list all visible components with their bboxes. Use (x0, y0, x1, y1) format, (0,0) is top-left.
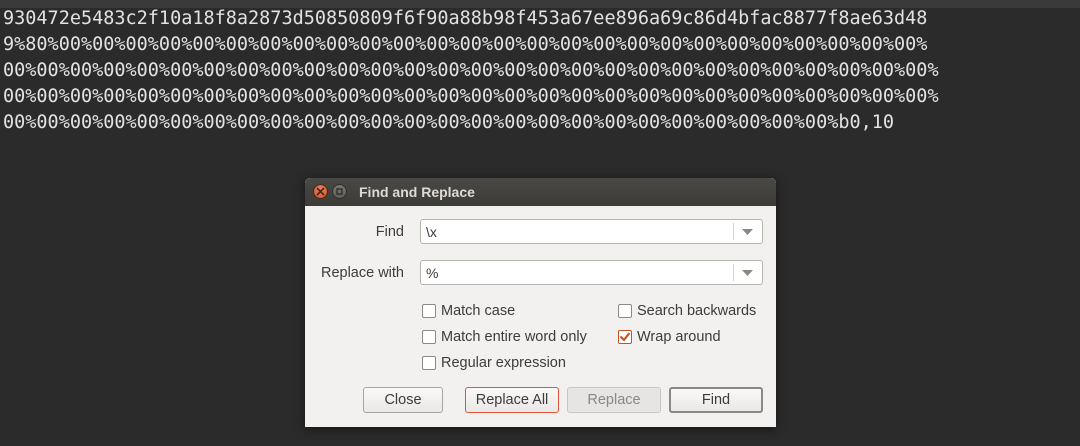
checkbox-label: Match entire word only (441, 329, 587, 345)
checkbox-label: Match case (441, 303, 516, 319)
minimize-icon (336, 188, 343, 195)
editor-line: 00%00%00%00%00%00%00%00%00%00%00%00%00%0… (3, 86, 939, 107)
find-label: Find (375, 224, 404, 240)
find-combo[interactable] (420, 219, 763, 244)
replace-button: Replace (567, 387, 661, 413)
replace-history-dropdown[interactable] (734, 261, 762, 284)
find-input[interactable] (426, 222, 726, 241)
checkbox-label: Regular expression (441, 355, 566, 371)
replace-all-button[interactable]: Replace All (465, 387, 559, 413)
dialog-titlebar[interactable]: Find and Replace (305, 178, 776, 206)
close-icon (316, 187, 325, 196)
chevron-down-icon (742, 270, 753, 276)
editor-line: 00%00%00%00%00%00%00%00%00%00%00%00%00%0… (3, 112, 895, 133)
close-window-button[interactable] (313, 184, 328, 199)
dialog-title: Find and Replace (359, 184, 475, 200)
replace-label: Replace with (320, 265, 404, 281)
editor-line: 930472e5483c2f10a18f8a2873d50850809f6f90… (3, 8, 928, 29)
find-button[interactable]: Find (669, 387, 763, 413)
replace-combo[interactable] (420, 260, 763, 285)
checkbox-box[interactable] (422, 356, 436, 370)
close-button[interactable]: Close (363, 387, 443, 413)
replace-input[interactable] (426, 263, 726, 282)
checkbox-label: Wrap around (637, 329, 721, 345)
minimize-window-button[interactable] (332, 184, 347, 199)
checkbox-box[interactable] (618, 304, 632, 318)
find-replace-dialog: Find and Replace Find Replace with Match… (305, 178, 776, 427)
editor-line: 00%00%00%00%00%00%00%00%00%00%00%00%00%0… (3, 60, 939, 81)
editor-line: 9%80%00%00%00%00%00%00%00%00%00%00%00%00… (3, 34, 928, 55)
chevron-down-icon (742, 229, 753, 235)
checkmark-icon (620, 332, 630, 342)
checkbox-label: Search backwards (637, 303, 757, 319)
checkbox-box[interactable] (618, 330, 632, 344)
checkbox-box[interactable] (422, 304, 436, 318)
find-history-dropdown[interactable] (734, 220, 762, 243)
checkbox-box[interactable] (422, 330, 436, 344)
